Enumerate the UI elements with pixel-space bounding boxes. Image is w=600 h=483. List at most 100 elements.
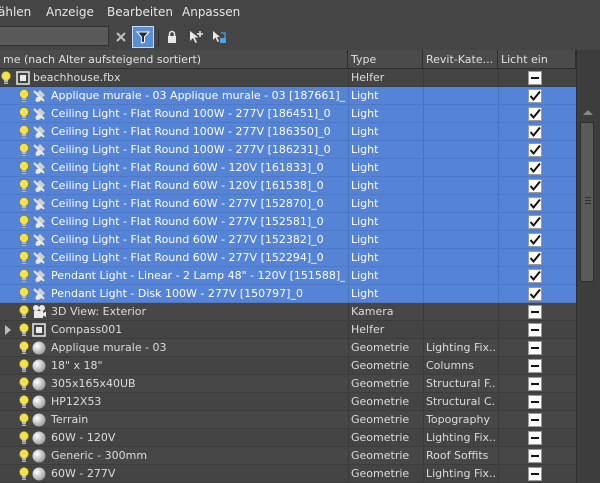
table-row[interactable]: Terrain Geometrie Topography (0, 411, 576, 429)
light-off-checkbox[interactable] (528, 467, 542, 481)
row-category (426, 231, 496, 249)
light-off-checkbox[interactable] (528, 449, 542, 463)
light-on-checkbox[interactable] (528, 233, 542, 247)
table-row[interactable]: 60W - 277V Geometrie Lighting Fix... (0, 465, 576, 483)
bulb-icon[interactable] (18, 340, 30, 356)
light-on-checkbox[interactable] (528, 89, 542, 103)
bulb-icon[interactable] (0, 70, 12, 86)
row-category (426, 87, 496, 105)
row-category: Lighting Fix... (426, 431, 496, 444)
row-name: Ceiling Light - Flat Round 60W - 277V [1… (51, 197, 324, 210)
bulb-icon[interactable] (18, 286, 30, 302)
row-category (426, 123, 496, 141)
column-header-light[interactable]: Licht ein (498, 50, 576, 69)
table-row[interactable]: 60W - 120V Geometrie Lighting Fix... (0, 429, 576, 447)
row-type: Geometrie (351, 359, 410, 372)
table-row[interactable]: Ceiling Light - Flat Round 100W - 277V [… (0, 141, 576, 159)
light-off-checkbox[interactable] (528, 305, 542, 319)
light-off-checkbox[interactable] (528, 431, 542, 445)
bulb-icon[interactable] (18, 430, 30, 446)
select-hierarchy-icon[interactable] (208, 26, 230, 48)
bulb-icon[interactable] (18, 232, 30, 248)
bulb-icon[interactable] (18, 268, 30, 284)
table-row[interactable]: Pendant Light - Linear - 2 Lamp 48" - 12… (0, 267, 576, 285)
bulb-icon[interactable] (18, 412, 30, 428)
table-row[interactable]: Compass001 Helfer (0, 321, 576, 339)
bulb-icon[interactable] (18, 106, 30, 122)
table-row[interactable]: Ceiling Light - Flat Round 60W - 277V [1… (0, 249, 576, 267)
table-row[interactable]: Ceiling Light - Flat Round 100W - 277V [… (0, 123, 576, 141)
table-row[interactable]: Pendant Light - Disk 100W - 277V [150797… (0, 285, 576, 303)
light-on-checkbox[interactable] (528, 287, 542, 301)
light-off-checkbox[interactable] (528, 341, 542, 355)
bulb-icon[interactable] (18, 448, 30, 464)
light-on-checkbox[interactable] (528, 215, 542, 229)
row-type: Light (351, 197, 379, 210)
table-row[interactable]: 18" x 18" Geometrie Columns (0, 357, 576, 375)
bulb-icon[interactable] (18, 142, 30, 158)
column-header-name[interactable]: me (nach Alter aufsteigend sortiert) (0, 50, 348, 69)
bulb-icon[interactable] (18, 250, 30, 266)
bulb-icon[interactable] (18, 196, 30, 212)
clear-filter-icon[interactable] (110, 26, 132, 48)
light-off-checkbox[interactable] (528, 359, 542, 373)
table-row[interactable]: Ceiling Light - Flat Round 60W - 120V [1… (0, 177, 576, 195)
light-on-checkbox[interactable] (528, 197, 542, 211)
light-on-checkbox[interactable] (528, 179, 542, 193)
bulb-icon[interactable] (18, 88, 30, 104)
light-on-checkbox[interactable] (528, 107, 542, 121)
expand-arrow-icon[interactable] (5, 325, 11, 335)
row-category (426, 69, 496, 87)
bulb-icon[interactable] (18, 322, 30, 338)
table-row[interactable]: Generic - 300mm Geometrie Roof Soffits (0, 447, 576, 465)
table-row[interactable]: Ceiling Light - Flat Round 60W - 277V [1… (0, 231, 576, 249)
bulb-icon[interactable] (18, 160, 30, 176)
row-category: Lighting Fix... (426, 467, 496, 480)
menu-anzeige[interactable]: Anzeige (46, 5, 94, 19)
table-row[interactable]: beachhouse.fbx Helfer (0, 69, 576, 87)
vertical-scrollbar[interactable] (576, 50, 600, 483)
scroll-up-arrow[interactable] (583, 110, 593, 115)
light-on-checkbox[interactable] (528, 143, 542, 157)
menu-anpassen[interactable]: Anpassen (182, 5, 240, 19)
bulb-icon[interactable] (18, 394, 30, 410)
column-header-category[interactable]: Revit-Kate... (423, 50, 498, 69)
scrollbar-thumb[interactable] (580, 122, 594, 282)
bulb-icon[interactable] (18, 376, 30, 392)
light-on-checkbox[interactable] (528, 161, 542, 175)
row-category (426, 249, 496, 267)
bulb-icon[interactable] (18, 304, 30, 320)
select-add-icon[interactable] (185, 26, 207, 48)
table-row[interactable]: Ceiling Light - Flat Round 60W - 277V [1… (0, 213, 576, 231)
lock-icon[interactable] (161, 26, 183, 48)
light-on-checkbox[interactable] (528, 125, 542, 139)
menu-bearbeiten[interactable]: Bearbeiten (107, 5, 173, 19)
table-row[interactable]: Ceiling Light - Flat Round 60W - 120V [1… (0, 159, 576, 177)
table-row[interactable]: HP12X53 Geometrie Structural C... (0, 393, 576, 411)
row-type: Light (351, 107, 379, 120)
light-off-checkbox[interactable] (528, 71, 542, 85)
bulb-icon[interactable] (18, 358, 30, 374)
table-row[interactable]: 3D View: Exterior Kamera (0, 303, 576, 321)
bulb-icon[interactable] (18, 214, 30, 230)
row-type: Light (351, 287, 379, 300)
row-type: Geometrie (351, 395, 410, 408)
light-off-checkbox[interactable] (528, 413, 542, 427)
light-on-checkbox[interactable] (528, 251, 542, 265)
bulb-icon[interactable] (18, 178, 30, 194)
bulb-icon[interactable] (18, 466, 30, 482)
table-row[interactable]: 305x165x40UB Geometrie Structural F... (0, 375, 576, 393)
menu-select[interactable]: ählen (0, 5, 31, 19)
light-off-checkbox[interactable] (528, 377, 542, 391)
search-input[interactable] (0, 26, 109, 46)
column-header-type[interactable]: Type (348, 50, 423, 69)
table-row[interactable]: Applique murale - 03 Applique murale - 0… (0, 87, 576, 105)
light-off-checkbox[interactable] (528, 395, 542, 409)
filter-icon[interactable] (132, 26, 154, 48)
table-row[interactable]: Applique murale - 03 Geometrie Lighting Fi… (0, 339, 576, 357)
light-on-checkbox[interactable] (528, 269, 542, 283)
light-off-checkbox[interactable] (528, 323, 542, 337)
table-row[interactable]: Ceiling Light - Flat Round 60W - 277V [1… (0, 195, 576, 213)
bulb-icon[interactable] (18, 124, 30, 140)
table-row[interactable]: Ceiling Light - Flat Round 100W - 277V [… (0, 105, 576, 123)
